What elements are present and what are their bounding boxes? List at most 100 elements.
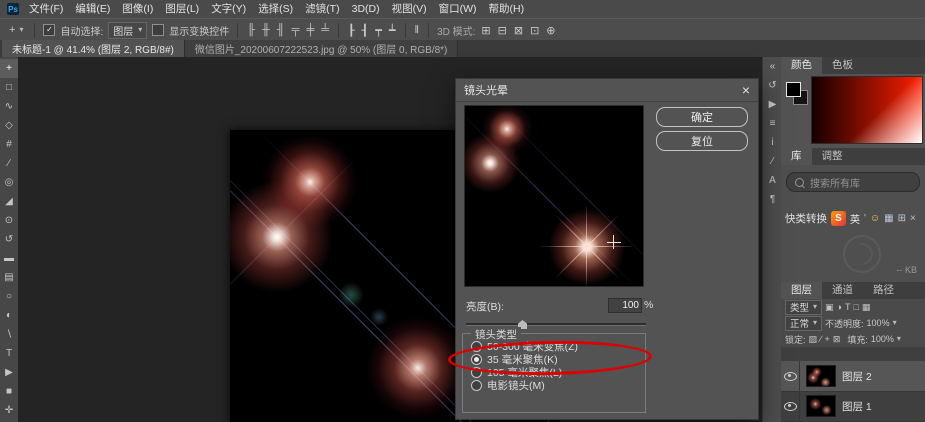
lens-option-35mm-prime[interactable]: 35 毫米聚焦(K): [471, 353, 645, 365]
filter-shape-icon[interactable]: □: [853, 302, 858, 312]
tab-channels[interactable]: 通道: [822, 282, 863, 299]
layer-row-layer-2[interactable]: 图层 2: [781, 361, 925, 392]
keyboard-icon[interactable]: ▦: [884, 213, 893, 224]
menu-filter[interactable]: 滤镜(T): [299, 0, 345, 18]
radio-icon[interactable]: [471, 341, 482, 352]
opacity-value[interactable]: 100%: [867, 318, 890, 328]
menu-help[interactable]: 帮助(H): [483, 0, 531, 18]
3d-pan-icon[interactable]: ⊠: [513, 24, 524, 37]
filter-smart-object-icon[interactable]: ▦: [862, 302, 871, 313]
foreground-color-swatch[interactable]: [786, 82, 801, 97]
tab-layers[interactable]: 图层: [781, 282, 822, 299]
menu-layer[interactable]: 图层(L): [159, 0, 205, 18]
auto-select-checkbox[interactable]: ✓: [43, 24, 55, 36]
tool-spot-heal[interactable]: ◎: [0, 173, 18, 192]
actions-icon[interactable]: ▶: [769, 100, 777, 110]
character-panel-icon[interactable]: A: [769, 176, 776, 186]
tool-hand[interactable]: ✛: [0, 401, 18, 420]
3d-scale-icon[interactable]: ⊕: [545, 24, 556, 37]
color-picker-field[interactable]: [811, 76, 923, 144]
menu-type[interactable]: 文字(Y): [205, 0, 252, 18]
tab-libraries[interactable]: 库: [781, 148, 812, 165]
tab-color[interactable]: 颜色: [781, 57, 822, 74]
properties-icon[interactable]: ≡: [770, 119, 776, 129]
menu-view[interactable]: 视图(V): [386, 0, 433, 18]
align-left-icon[interactable]: ╟: [246, 24, 256, 36]
tool-history-brush[interactable]: ↺: [0, 230, 18, 249]
menu-window[interactable]: 窗口(W): [433, 0, 483, 18]
tool-marquee[interactable]: □: [0, 78, 18, 97]
lock-position-icon[interactable]: +: [825, 334, 830, 344]
lens-flare-preview[interactable]: [464, 105, 644, 287]
info-icon[interactable]: i: [771, 138, 773, 148]
slider-track[interactable]: [466, 323, 646, 326]
layer-name[interactable]: 图层 2: [842, 369, 872, 384]
layer-row-layer-1[interactable]: 图层 1: [781, 391, 925, 422]
tool-gradient[interactable]: ▤: [0, 268, 18, 287]
tool-dodge[interactable]: ◐: [0, 306, 18, 325]
layer-name[interactable]: 图层 1: [842, 399, 872, 414]
collapse-panels-icon[interactable]: «: [770, 62, 776, 72]
tool-type[interactable]: T: [0, 344, 18, 363]
3d-roll-icon[interactable]: ⊟: [497, 24, 508, 37]
tool-blur[interactable]: ○: [0, 287, 18, 306]
emoji-icon[interactable]: ☺: [870, 213, 880, 224]
toolbox-icon[interactable]: ⊞: [898, 213, 906, 224]
distribute-top-icon[interactable]: ┯: [374, 24, 383, 37]
pause-icon[interactable]: ‖: [414, 24, 421, 36]
auto-select-dropdown[interactable]: 图层 ▾: [108, 22, 147, 39]
3d-slide-icon[interactable]: ⊡: [529, 24, 540, 37]
ok-button[interactable]: 确定: [656, 107, 748, 127]
dialog-titlebar[interactable]: 镜头光晕 ×: [456, 79, 758, 102]
filter-pixel-icon[interactable]: ▣: [825, 302, 834, 313]
tool-shape[interactable]: ■: [0, 382, 18, 401]
tool-eyedropper[interactable]: ∕: [0, 154, 18, 173]
menu-3d[interactable]: 3D(D): [346, 0, 386, 18]
lock-pixels-icon[interactable]: ∕: [820, 334, 822, 344]
close-icon[interactable]: ×: [742, 83, 750, 97]
tool-move[interactable]: +: [0, 59, 18, 78]
tool-crop[interactable]: #: [0, 135, 18, 154]
lens-option-movie-prime[interactable]: 电影镜头(M): [471, 379, 645, 391]
menu-edit[interactable]: 编辑(E): [69, 0, 116, 18]
history-icon[interactable]: ↺: [768, 81, 776, 91]
tab-untitled-1[interactable]: 未标题-1 @ 41.4% (图层 2, RGB/8#): [2, 40, 185, 57]
visibility-toggle[interactable]: [781, 361, 800, 391]
tool-brush[interactable]: ◢: [0, 192, 18, 211]
distribute-right-icon[interactable]: ┨: [361, 24, 370, 37]
ime-symbol-icon[interactable]: ': [864, 213, 866, 224]
tab-swatches[interactable]: 色板: [822, 57, 863, 74]
brush-settings-icon[interactable]: ∕: [772, 157, 774, 167]
visibility-toggle[interactable]: [781, 391, 800, 421]
distribute-left-icon[interactable]: ┠: [347, 24, 356, 37]
distribute-bottom-icon[interactable]: ┷: [388, 24, 397, 37]
lens-option-105mm-prime[interactable]: 105 毫米聚焦(L): [471, 366, 645, 378]
align-top-icon[interactable]: ╤: [291, 24, 301, 36]
sogou-logo-icon[interactable]: S: [831, 211, 846, 226]
menu-image[interactable]: 图像(I): [116, 0, 159, 18]
menu-file[interactable]: 文件(F): [23, 0, 69, 18]
paragraph-panel-icon[interactable]: ¶: [770, 195, 775, 205]
filter-type-layer-icon[interactable]: T: [845, 302, 851, 312]
radio-checked-icon[interactable]: [471, 354, 482, 365]
tool-preset-picker[interactable]: + ▾: [5, 24, 26, 36]
close-icon[interactable]: ×: [910, 213, 916, 224]
tab-wechat-image[interactable]: 微信图片_20200607222523.jpg @ 50% (图层 0, RGB…: [185, 40, 459, 57]
tool-path-select[interactable]: ▶: [0, 363, 18, 382]
tool-clone-stamp[interactable]: ⊙: [0, 211, 18, 230]
layer-thumbnail[interactable]: [806, 365, 836, 387]
filter-type-dropdown[interactable]: 类型 ▾: [785, 300, 822, 315]
filter-adjustment-icon[interactable]: ◑: [837, 302, 842, 312]
brightness-input[interactable]: 100: [608, 298, 642, 313]
radio-icon[interactable]: [471, 367, 482, 378]
tool-pen[interactable]: ∖: [0, 325, 18, 344]
align-center-h-icon[interactable]: ╫: [261, 24, 271, 36]
3d-orbit-icon[interactable]: ⊞: [480, 24, 491, 37]
tool-quick-select[interactable]: ◇: [0, 116, 18, 135]
fill-value[interactable]: 100%: [871, 334, 894, 344]
tool-lasso[interactable]: ∿: [0, 97, 18, 116]
radio-icon[interactable]: [471, 380, 482, 391]
align-center-v-icon[interactable]: ╪: [305, 24, 315, 36]
show-transform-checkbox[interactable]: [152, 24, 164, 36]
library-search-input[interactable]: 搜索所有库: [786, 172, 920, 192]
